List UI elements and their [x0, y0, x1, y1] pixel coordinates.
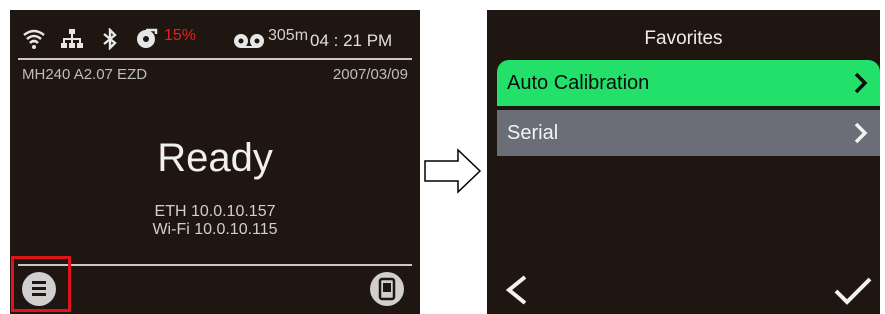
- back-icon: [505, 275, 527, 305]
- device-button[interactable]: [370, 272, 404, 306]
- battery-level: 15%: [164, 27, 197, 44]
- chevron-right-icon: [854, 72, 868, 94]
- status-bar: 15% 305m 04 : 21 PM: [10, 10, 420, 60]
- tutorial-figure: 15% 305m 04 : 21 PM MH240 A2.07 EZD 2007…: [0, 0, 885, 314]
- favorite-item-label: Auto Calibration: [507, 72, 650, 94]
- check-icon: [834, 277, 872, 305]
- chevron-right-icon: [854, 122, 868, 144]
- battery-icon: [134, 28, 158, 48]
- divider: [18, 58, 412, 60]
- ethernet-icon: [60, 28, 84, 48]
- clock: 04 : 21 PM: [310, 31, 393, 50]
- favorite-item-label: Serial: [507, 122, 559, 144]
- firmware-date: 2007/03/09: [332, 66, 408, 83]
- printer-status: Ready: [157, 136, 273, 180]
- page-title: Favorites: [644, 28, 723, 49]
- wifi-address: Wi-Fi 10.0.10.115: [152, 221, 278, 238]
- favorite-item-auto-calibration[interactable]: Auto Calibration: [497, 60, 880, 106]
- media-icon: [232, 28, 266, 48]
- confirm-button[interactable]: [833, 276, 873, 306]
- printer-info: MH240 A2.07 EZD 2007/03/09: [22, 66, 408, 86]
- favorite-item-serial[interactable]: Serial: [497, 110, 880, 156]
- media-remaining: 305m: [268, 27, 309, 44]
- model-firmware: MH240 A2.07 EZD: [22, 66, 148, 83]
- wifi-icon: [22, 28, 46, 49]
- menu-button[interactable]: [22, 272, 56, 306]
- back-button[interactable]: [503, 274, 531, 306]
- home-screen: 15% 305m 04 : 21 PM MH240 A2.07 EZD 2007…: [10, 10, 420, 314]
- ethernet-address: ETH 10.0.10.157: [154, 203, 276, 220]
- device-icon: [378, 277, 396, 301]
- menu-icon: [32, 281, 46, 296]
- bluetooth-icon: [98, 28, 122, 50]
- divider: [18, 264, 412, 266]
- favorites-screen: Favorites Auto Calibration Serial: [487, 10, 880, 314]
- flow-arrow-icon: [424, 148, 482, 194]
